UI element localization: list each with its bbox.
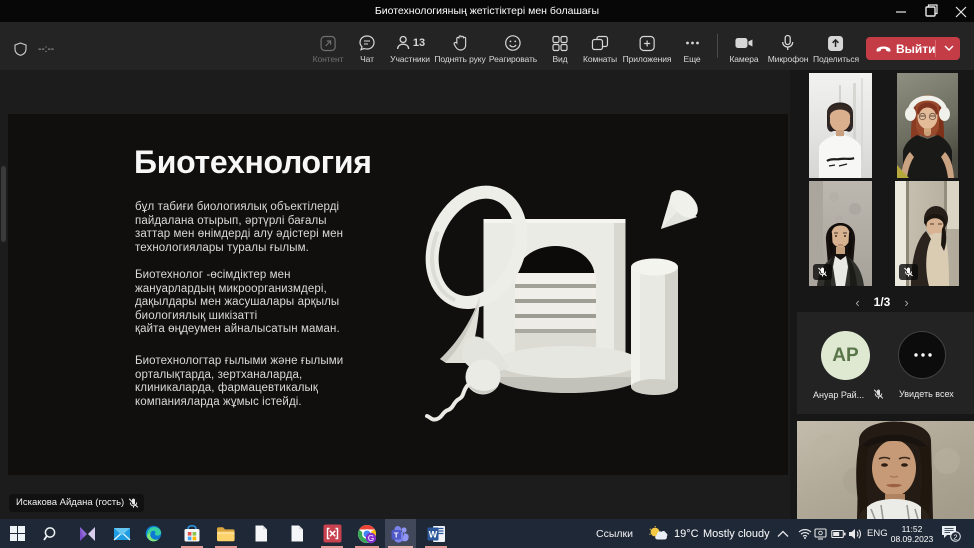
svg-text:2: 2 [953,532,957,541]
svg-text:G: G [368,533,374,542]
svg-text:W: W [429,529,438,539]
svg-text:T: T [394,530,399,539]
